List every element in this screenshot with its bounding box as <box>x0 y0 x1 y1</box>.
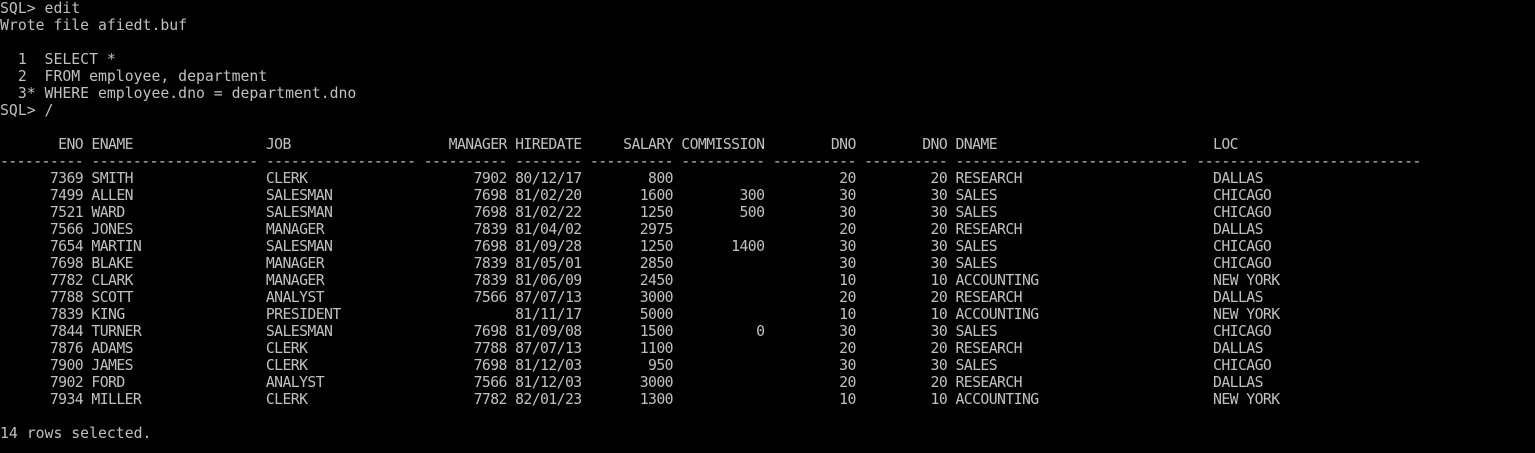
table-row: 7788 SCOTT ANALYST 7566 87/07/13 3000 20… <box>0 289 1264 306</box>
table-row: 7876 ADAMS CLERK 7788 87/07/13 1100 20 2… <box>0 340 1264 357</box>
table-row: 7369 SMITH CLERK 7902 80/12/17 800 20 20… <box>0 170 1264 187</box>
table-row: 7844 TURNER SALESMAN 7698 81/09/08 1500 … <box>0 323 1272 340</box>
terminal-window[interactable]: SQL> edit Wrote file afiedt.buf 1 SELECT… <box>0 0 1535 453</box>
wrote-file-line: Wrote file afiedt.buf <box>0 17 188 34</box>
result-header: ENO ENAME JOB MANAGER HIREDATE SALARY CO… <box>0 136 1238 153</box>
buffer-line-1: 1 SELECT * <box>0 51 116 68</box>
result-rows: 7369 SMITH CLERK 7902 80/12/17 800 20 20… <box>0 170 1535 408</box>
rows-selected-footer: 14 rows selected. <box>0 425 152 442</box>
table-row: 7900 JAMES CLERK 7698 81/12/03 950 30 30… <box>0 357 1272 374</box>
table-row: 7934 MILLER CLERK 7782 82/01/23 1300 10 … <box>0 391 1280 408</box>
prompt-edit-line: SQL> edit <box>0 0 81 17</box>
prompt-run-line: SQL> / <box>0 102 54 119</box>
table-row: 7499 ALLEN SALESMAN 7698 81/02/20 1600 3… <box>0 187 1272 204</box>
table-row: 7839 KING PRESIDENT 81/11/17 5000 10 10 … <box>0 306 1280 323</box>
result-separator: ---------- -------------------- --------… <box>0 153 1421 170</box>
table-row: 7782 CLARK MANAGER 7839 81/06/09 2450 10… <box>0 272 1280 289</box>
buffer-line-2: 2 FROM employee, department <box>0 68 268 85</box>
table-row: 7654 MARTIN SALESMAN 7698 81/09/28 1250 … <box>0 238 1272 255</box>
table-row: 7698 BLAKE MANAGER 7839 81/05/01 2850 30… <box>0 255 1272 272</box>
table-row: 7566 JONES MANAGER 7839 81/04/02 2975 20… <box>0 221 1264 238</box>
buffer-line-3: 3* WHERE employee.dno = department.dno <box>0 85 357 102</box>
table-row: 7902 FORD ANALYST 7566 81/12/03 3000 20 … <box>0 374 1264 391</box>
table-row: 7521 WARD SALESMAN 7698 81/02/22 1250 50… <box>0 204 1272 221</box>
